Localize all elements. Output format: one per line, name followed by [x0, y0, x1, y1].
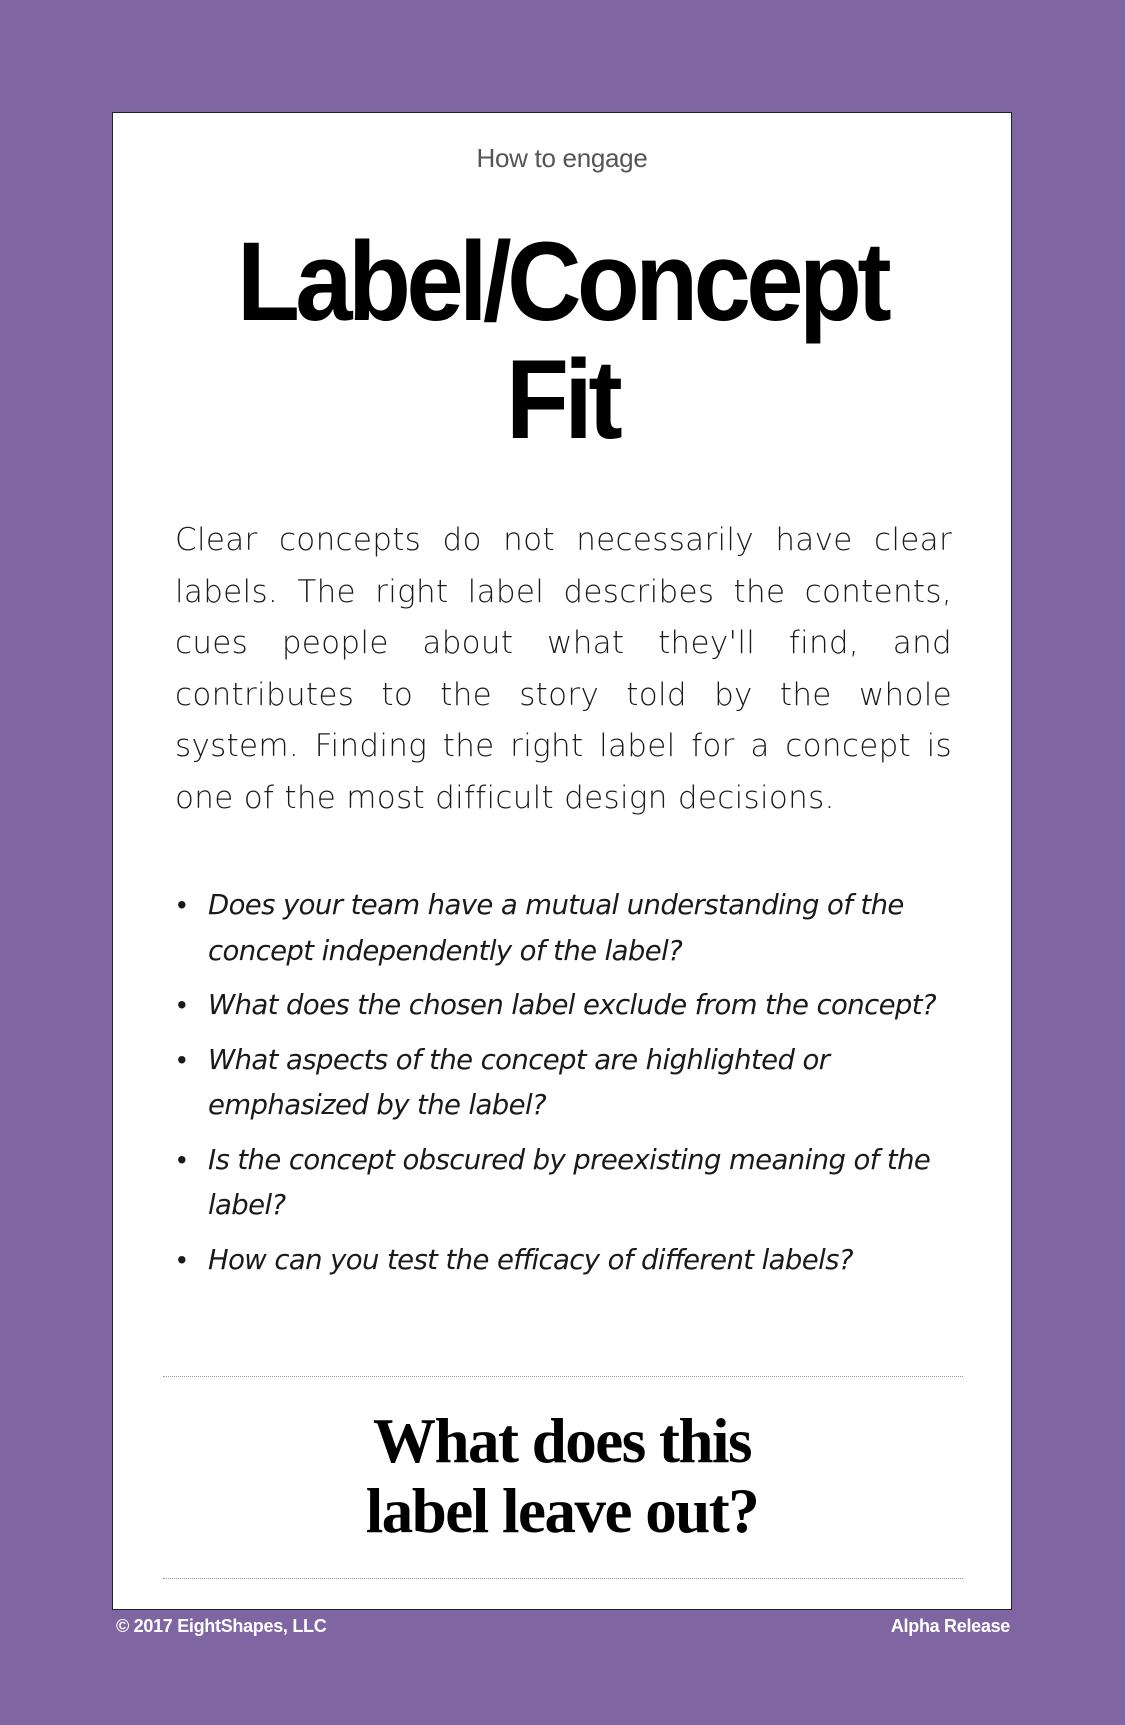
question-text: What does the chosen label exclude from … [208, 989, 937, 1021]
question-list: • Does your team have a mutual understan… [175, 883, 965, 1292]
question-item: • Does your team have a mutual understan… [175, 883, 965, 974]
bullet-icon: • [177, 1143, 187, 1176]
bullet-icon: • [177, 1043, 187, 1076]
bullet-icon: • [177, 989, 187, 1021]
card-callout-line-1: What does this [372, 1406, 753, 1476]
divider-top [163, 1376, 963, 1377]
card: How to engage Label/Concept Fit Clear co… [112, 112, 1012, 1610]
card-eyebrow: How to engage [476, 143, 648, 173]
question-item: • Is the concept obscured by preexisting… [175, 1138, 965, 1229]
card-callout-line-2: label leave out? [365, 1476, 760, 1546]
question-item: • What aspects of the concept are highli… [175, 1038, 965, 1129]
bullet-icon: • [177, 889, 187, 921]
footer-release: Alpha Release [890, 1616, 1010, 1636]
card-title: Label/Concept Fit [149, 223, 975, 459]
question-item: • How can you test the efficacy of diffe… [175, 1238, 965, 1284]
divider-bottom [163, 1578, 963, 1579]
card-intro: Clear concepts do not necessarily have c… [175, 522, 952, 816]
question-text: What aspects of the concept are highligh… [208, 1043, 830, 1122]
bullet-icon: • [177, 1243, 187, 1276]
question-text: How can you test the efficacy of differe… [208, 1243, 853, 1276]
question-text: Is the concept obscured by preexisting m… [208, 1143, 931, 1222]
card-title-line-1: Label/Concept [236, 219, 892, 344]
card-callout: What does this label leave out? [113, 1406, 1011, 1546]
question-item: • What does the chosen label exclude fro… [175, 983, 965, 1029]
footer-copyright: © 2017 EightShapes, LLC [116, 1616, 327, 1636]
question-text: Does your team have a mutual understandi… [208, 889, 904, 967]
card-title-line-2: Fit [505, 337, 623, 462]
